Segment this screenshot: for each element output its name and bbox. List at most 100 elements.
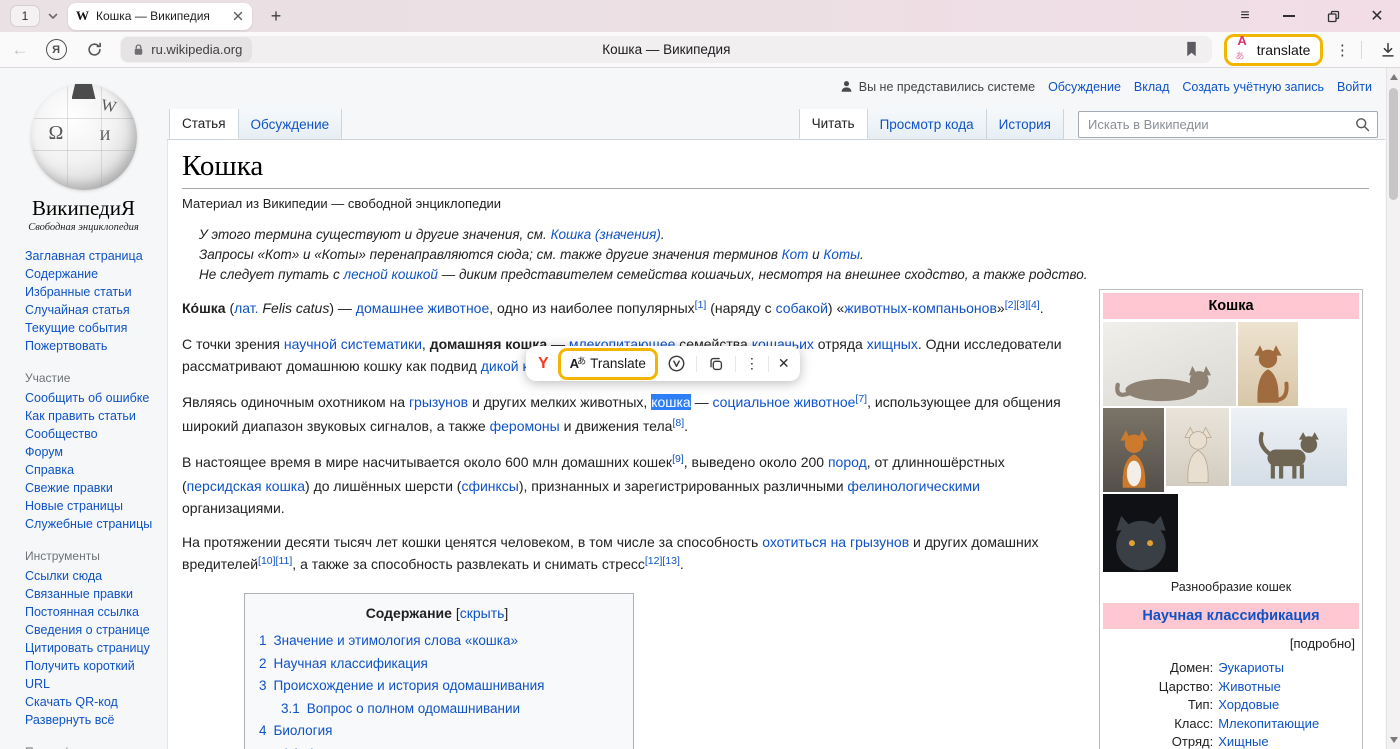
popup-more-icon[interactable]: ⋮ (745, 355, 759, 372)
sidebar-link[interactable]: Свежие правки (25, 479, 167, 497)
personal-link[interactable]: Вклад (1134, 80, 1170, 94)
circle-v-icon[interactable] (667, 354, 687, 374)
chevron-down-icon[interactable] (46, 9, 60, 23)
page-scrollbar[interactable] (1386, 68, 1400, 749)
wiki-link[interactable]: животных-компаньонов (844, 300, 997, 316)
wiki-link[interactable]: хищных (867, 336, 918, 352)
tab-view-source[interactable]: Просмотр кода (868, 109, 987, 139)
bookmark-icon[interactable] (1183, 40, 1200, 64)
ref-link[interactable]: [10][11] (258, 555, 292, 567)
sidebar-link[interactable]: Новые страницы (25, 497, 167, 515)
details-link[interactable]: [подробно] (1103, 629, 1359, 657)
browser-menu-icon[interactable]: ≡ (1236, 7, 1254, 25)
wiki-link[interactable]: пород (828, 454, 867, 470)
tab-discussion[interactable]: Обсуждение (239, 109, 343, 139)
sidebar-link[interactable]: Связанные правки (25, 585, 155, 603)
taxonomy-value[interactable]: Млекопитающие (1218, 715, 1359, 734)
popup-translate-button[interactable]: Aあ Translate (562, 352, 654, 376)
sidebar-link[interactable]: Сведения о странице (25, 621, 155, 639)
sidebar-link[interactable]: Пожертвовать (25, 337, 167, 355)
red-and-white-cat-photo[interactable] (1103, 408, 1164, 492)
sidebar-link[interactable]: Сообщить об ошибке (25, 389, 167, 407)
download-icon[interactable] (1376, 38, 1400, 62)
tab-article[interactable]: Статья (169, 109, 239, 139)
sidebar-link[interactable]: Получить короткий URL (25, 657, 155, 693)
sidebar-link[interactable]: Развернуть всё (25, 711, 155, 729)
ref-link[interactable]: [2][3][4] (1005, 299, 1040, 311)
tab-read[interactable]: Читать (799, 109, 868, 139)
wiki-link[interactable]: лат. (234, 300, 258, 316)
wiki-link[interactable]: научной систематики (284, 336, 422, 352)
sidebar-link[interactable]: Цитировать страницу (25, 639, 155, 657)
wiki-link[interactable]: Коты (823, 247, 860, 262)
personal-link[interactable]: Обсуждение (1048, 80, 1121, 94)
siamese-cat-photo[interactable] (1166, 408, 1229, 486)
restore-icon[interactable] (1324, 7, 1342, 25)
ref-link[interactable]: [7] (855, 393, 867, 405)
copy-icon[interactable] (706, 354, 726, 374)
yandex-icon[interactable]: Я (46, 39, 67, 60)
sidebar-link[interactable]: Служебные страницы (25, 515, 167, 533)
sidebar-link[interactable]: Избранные статьи (25, 283, 167, 301)
refresh-icon[interactable] (83, 38, 107, 62)
back-icon[interactable]: ← (8, 38, 32, 62)
sidebar-link[interactable]: Справка (25, 461, 167, 479)
search-icon[interactable] (1354, 116, 1371, 133)
ref-link[interactable]: [9] (672, 453, 684, 465)
toc-hide-link[interactable]: скрыть (460, 605, 505, 621)
ref-link[interactable]: [1] (695, 299, 707, 311)
sidebar-link[interactable]: Ссылки сюда (25, 567, 155, 585)
wiki-link[interactable]: фелинологическими (847, 478, 980, 494)
personal-link[interactable]: Войти (1337, 80, 1372, 94)
toc-item[interactable]: 4.1Физиология (259, 743, 615, 749)
classification-header[interactable]: Научная классификация (1103, 603, 1359, 629)
taxonomy-value[interactable]: Хищные (1218, 733, 1359, 749)
sidebar-link[interactable]: Скачать QR-код (25, 693, 155, 711)
more-options-icon[interactable]: ⋮ (1333, 41, 1351, 59)
url-domain-pill[interactable]: ru.wikipedia.org (121, 37, 252, 62)
scrollbar-thumb[interactable] (1389, 88, 1398, 200)
toc-item[interactable]: 3Происхождение и история одомашнивания (259, 675, 615, 698)
wiki-link[interactable]: Кошка (значения) (551, 227, 661, 242)
sidebar-link[interactable]: Форум (25, 443, 167, 461)
sidebar-link[interactable]: Содержание (25, 265, 167, 283)
scroll-down-arrow[interactable] (1390, 737, 1398, 743)
ref-link[interactable]: [8] (672, 417, 684, 429)
taxonomy-value[interactable]: Хордовые (1218, 696, 1359, 715)
sidebar-link[interactable]: Сообщество (25, 425, 167, 443)
sidebar-link[interactable]: Заглавная страница (25, 247, 167, 265)
new-tab-button[interactable]: + (264, 4, 288, 28)
toc-item[interactable]: 2Научная классификация (259, 653, 615, 676)
yandex-search-icon[interactable]: Y (538, 355, 549, 373)
popup-close-icon[interactable]: ✕ (778, 355, 790, 372)
sidebar-link[interactable]: Постоянная ссылка (25, 603, 155, 621)
tab-close-icon[interactable] (232, 10, 244, 22)
sidebar-link[interactable]: Как править статьи (25, 407, 167, 425)
close-window-icon[interactable]: ✕ (1368, 7, 1386, 25)
tab-history[interactable]: История (987, 109, 1064, 139)
wiki-link[interactable]: грызунов (409, 394, 468, 410)
tabby-cat-in-snow-photo[interactable] (1231, 408, 1347, 486)
omnibox[interactable]: ru.wikipedia.org Кошка — Википедия (120, 36, 1212, 63)
sidebar-link[interactable]: Текущие события (25, 319, 167, 337)
abyssinian-cat-photo[interactable] (1238, 322, 1298, 406)
wiki-link[interactable]: лесной кошкой (344, 267, 438, 282)
scroll-up-arrow[interactable] (1390, 74, 1398, 80)
taxonomy-value[interactable]: Животные (1218, 678, 1359, 697)
wiki-link[interactable]: Кот (782, 247, 809, 262)
wiki-link[interactable]: домашнее животное (356, 300, 489, 316)
toc-item[interactable]: 3.1Вопрос о полном одомашнивании (259, 698, 615, 721)
wiki-link[interactable]: персидская кошка (187, 478, 305, 494)
active-tab[interactable]: W Кошка — Википедия (68, 3, 252, 30)
wiki-link[interactable]: собакой (776, 300, 828, 316)
sidebar-link[interactable]: Случайная статья (25, 301, 167, 319)
gray-cat-photo[interactable] (1103, 494, 1178, 572)
search-input[interactable] (1078, 111, 1378, 138)
wiki-link[interactable]: социальное животное (713, 394, 856, 410)
toc-item[interactable]: 1Значение и этимология слова «кошка» (259, 630, 615, 653)
translate-button[interactable]: Aあ translate (1228, 38, 1319, 62)
wiki-link[interactable]: охотиться на грызунов (762, 534, 909, 550)
wiki-link[interactable]: сфинксы (461, 478, 518, 494)
personal-link[interactable]: Создать учётную запись (1182, 80, 1324, 94)
tabby-cat-lying-photo[interactable] (1103, 322, 1236, 406)
